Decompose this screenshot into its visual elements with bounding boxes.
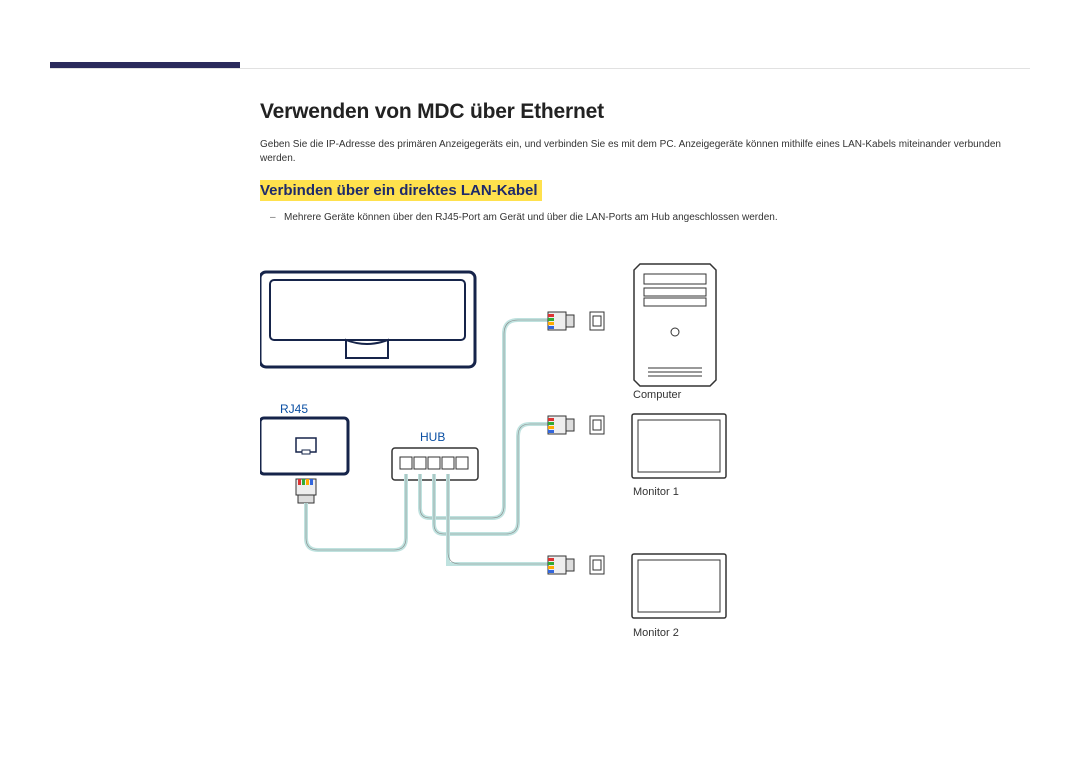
content-area: Verwenden von MDC über Ethernet Geben Si… [260,100,1030,231]
computer-label: Computer [633,389,681,401]
connection-diagram-svg [260,254,780,674]
rj45-plug-icon [296,479,316,503]
computer-tower-icon [634,264,716,386]
ethernet-port-icon [590,312,604,330]
ethernet-plug-monitor2-icon [548,556,574,574]
monitor2-label: Monitor 2 [633,627,679,639]
hub-label: HUB [420,430,445,444]
page-title: Verwenden von MDC über Ethernet [260,100,1030,124]
header-line [50,68,1030,69]
ethernet-plug-computer-icon [548,312,574,330]
diagram-container: RJ45 HUB Computer Monitor 1 Monitor 2 [260,254,780,674]
section-subtitle: Verbinden über ein direktes LAN-Kabel [260,180,542,201]
rj45-label: RJ45 [280,402,308,416]
monitor1-icon [632,414,726,478]
ethernet-plug-monitor1-icon [548,416,574,434]
display-back-icon [260,272,475,367]
monitor2-icon [632,554,726,618]
bullet-1: Mehrere Geräte können über den RJ45-Port… [270,211,1030,225]
intro-paragraph: Geben Sie die IP-Adresse des primären An… [260,138,1030,166]
cable-rj45-hub [306,474,406,550]
cable-hub-computer [420,320,548,518]
monitor1-label: Monitor 1 [633,486,679,498]
